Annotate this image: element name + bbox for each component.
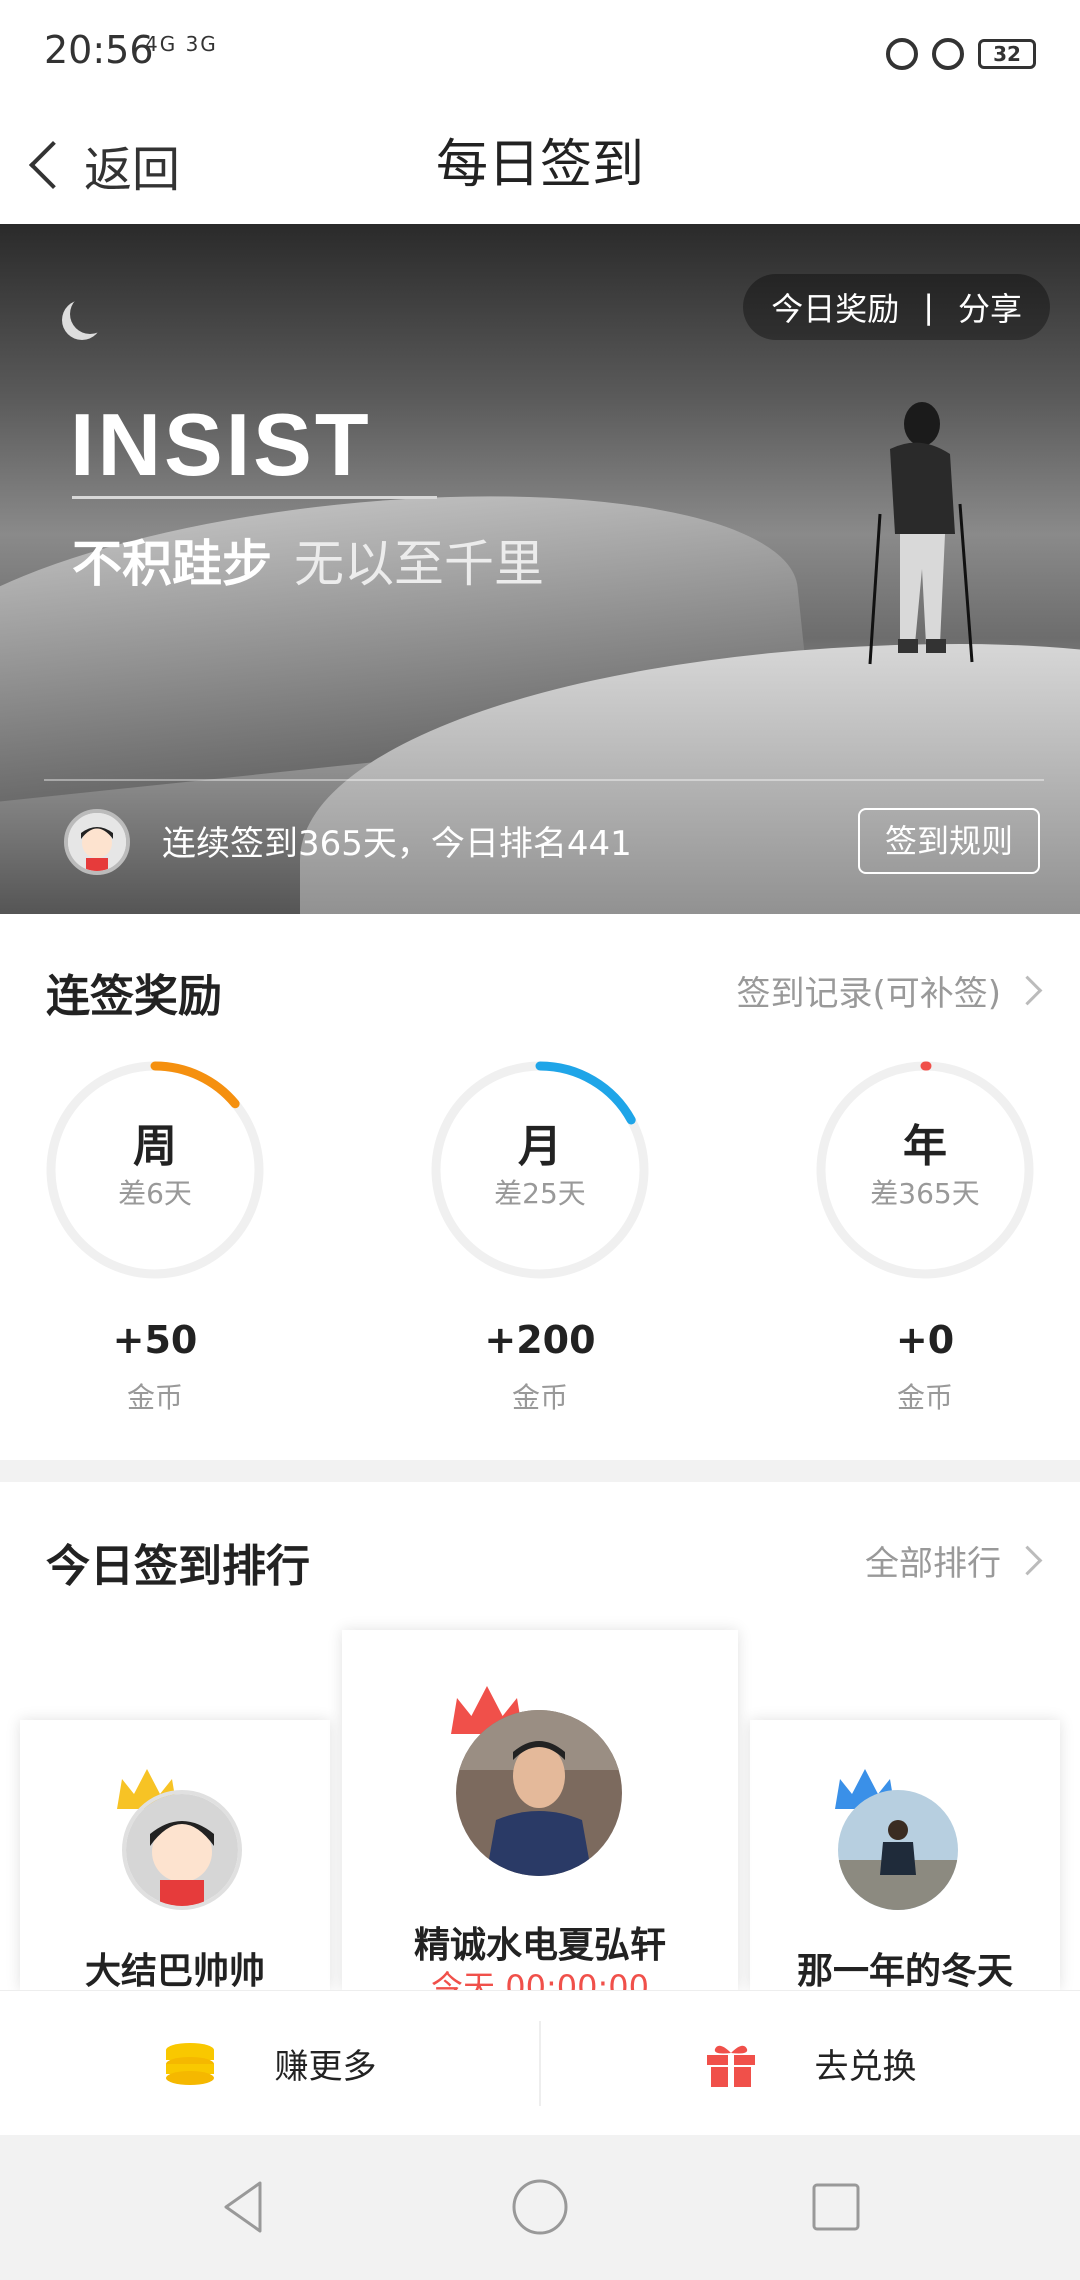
cartoon-avatar-icon bbox=[68, 813, 126, 871]
rank-card-2[interactable]: 大结巴帅帅 bbox=[20, 1720, 330, 1990]
back-triangle-icon[interactable] bbox=[212, 2175, 276, 2239]
avatar[interactable] bbox=[64, 809, 130, 875]
progress-ring: 年 差365天 bbox=[815, 1060, 1035, 1280]
headline-underline bbox=[72, 496, 437, 499]
progress-ring: 周 差6天 bbox=[45, 1060, 265, 1280]
sign-in-time: 今天 00:00:00 bbox=[431, 1968, 649, 1990]
today-reward-link[interactable]: 今日奖励 bbox=[771, 284, 899, 330]
alarm-icon bbox=[932, 38, 964, 70]
bottom-action-bar: 赚更多 去兑换 bbox=[0, 1990, 1080, 2136]
remaining-days: 差25天 bbox=[494, 1177, 586, 1210]
avatar bbox=[456, 1710, 622, 1876]
signal-icon: 4G 3G bbox=[145, 32, 218, 56]
page-title: 每日签到 bbox=[435, 135, 644, 195]
year-reward[interactable]: 年 差365天 +0 金币 bbox=[815, 1060, 1035, 1416]
sign-in-rules-button[interactable]: 签到规则 bbox=[858, 808, 1040, 874]
earn-more-label: 赚更多 bbox=[274, 2047, 377, 2087]
earn-more-button[interactable]: 赚更多 bbox=[0, 1991, 539, 2136]
reward-unit: 金币 bbox=[126, 1381, 183, 1414]
rank-card-1[interactable]: 精诚水电夏弘轩 今天 00:00:00 bbox=[342, 1630, 738, 1990]
rank-card-3[interactable]: 那一年的冬天 bbox=[750, 1720, 1060, 1990]
all-ranking-label: 全部排行 bbox=[865, 1544, 1001, 1584]
chevron-right-icon bbox=[1012, 1545, 1043, 1576]
section-divider bbox=[0, 1460, 1080, 1482]
period-label: 月 bbox=[518, 1121, 562, 1172]
share-link[interactable]: 分享 bbox=[958, 284, 1022, 330]
lock-rotation-icon bbox=[886, 38, 918, 70]
banner-divider bbox=[44, 779, 1044, 781]
photo-avatar-icon bbox=[456, 1710, 622, 1876]
reward-amount: +200 bbox=[484, 1318, 596, 1362]
reward-amount: +50 bbox=[112, 1318, 198, 1362]
slogan-light: 无以至千里 bbox=[294, 535, 544, 593]
ranking-title: 今日签到排行 bbox=[46, 1541, 310, 1592]
photo-avatar-icon bbox=[838, 1790, 958, 1910]
period-label: 年 bbox=[903, 1121, 947, 1172]
hiker-image bbox=[868, 402, 974, 665]
streak-rewards-title: 连签奖励 bbox=[46, 971, 222, 1022]
reward-share-pill: 今日奖励 | 分享 bbox=[743, 274, 1050, 340]
progress-ring: 月 差25天 bbox=[430, 1060, 650, 1280]
redeem-label: 去兑换 bbox=[814, 2047, 917, 2087]
pill-separator: | bbox=[923, 288, 934, 326]
coins-icon bbox=[165, 2042, 214, 2085]
reward-amount: +0 bbox=[895, 1318, 955, 1362]
sign-in-record-label: 签到记录(可补签) bbox=[736, 974, 1001, 1014]
remaining-days: 差6天 bbox=[118, 1177, 192, 1210]
rank-user-name: 那一年的冬天 bbox=[796, 1951, 1013, 1990]
home-circle-icon[interactable] bbox=[508, 2175, 572, 2239]
rank-user-name: 大结巴帅帅 bbox=[84, 1951, 265, 1990]
chevron-right-icon bbox=[1012, 975, 1043, 1006]
streak-text: 连续签到365天，今日排名441 bbox=[162, 824, 632, 864]
status-time: 20:56 bbox=[44, 28, 154, 72]
redeem-button[interactable]: 去兑换 bbox=[541, 1991, 1080, 2136]
battery-icon: 32 bbox=[978, 39, 1036, 69]
month-reward[interactable]: 月 差25天 +200 金币 bbox=[430, 1060, 650, 1416]
banner-headline: INSIST bbox=[70, 395, 372, 494]
sign-in-record-link[interactable]: 签到记录(可补签) bbox=[736, 966, 1043, 1015]
avatar bbox=[838, 1790, 958, 1910]
status-bar: 20:56 4G 3G 32 bbox=[0, 0, 1080, 110]
navigation-bar: 返回 每日签到 bbox=[0, 110, 1080, 224]
slogan-bold: 不积跬步 bbox=[72, 535, 272, 593]
week-reward[interactable]: 周 差6天 +50 金币 bbox=[45, 1060, 265, 1416]
banner-slogan: 不积跬步 无以至千里 bbox=[72, 524, 544, 596]
reward-unit: 金币 bbox=[896, 1381, 953, 1414]
cartoon-avatar-icon bbox=[126, 1794, 238, 1906]
moon-icon bbox=[70, 294, 110, 334]
gift-icon bbox=[706, 2045, 755, 2087]
system-navigation-bar bbox=[0, 2135, 1080, 2280]
remaining-days: 差365天 bbox=[870, 1177, 980, 1210]
avatar bbox=[122, 1790, 242, 1910]
status-icons: 32 bbox=[886, 34, 1036, 74]
recents-square-icon[interactable] bbox=[804, 2175, 868, 2239]
banner: 今日奖励 | 分享 INSIST 不积跬步 无以至千里 连续签到365天，今日排名… bbox=[0, 224, 1080, 914]
all-ranking-link[interactable]: 全部排行 bbox=[865, 1536, 1043, 1585]
period-label: 周 bbox=[133, 1121, 177, 1172]
reward-unit: 金币 bbox=[511, 1381, 568, 1414]
rank-user-name: 精诚水电夏弘轩 bbox=[413, 1925, 666, 1966]
